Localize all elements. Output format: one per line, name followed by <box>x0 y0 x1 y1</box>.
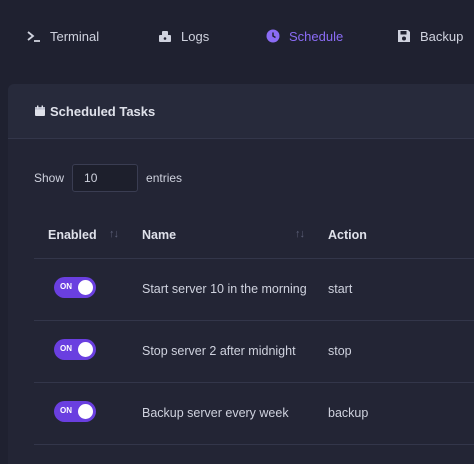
header-action[interactable]: Action <box>316 212 474 259</box>
top-nav: Terminal Logs Schedule Backup <box>0 0 474 72</box>
task-action: stop <box>316 320 474 383</box>
enabled-cell: ON <box>34 320 130 383</box>
terminal-icon <box>26 28 42 44</box>
toggle-label: ON <box>60 406 72 415</box>
nav-tab-label: Terminal <box>50 28 100 44</box>
nav-tab-backup[interactable]: Backup <box>396 22 463 50</box>
card-title: Scheduled Tasks <box>50 103 156 119</box>
calendar-icon <box>34 105 46 117</box>
nav-tab-label: Logs <box>181 28 210 44</box>
nav-tab-schedule[interactable]: Schedule <box>265 22 343 50</box>
header-enabled-label: Enabled <box>48 227 97 242</box>
header-action-label: Action <box>328 227 367 242</box>
table-row: ON Stop server 2 after midnight stop <box>34 320 474 383</box>
header-name-label: Name <box>142 227 177 242</box>
clock-icon <box>265 28 281 44</box>
toggle-knob <box>78 404 93 419</box>
logs-icon <box>157 28 173 44</box>
nav-tab-terminal[interactable]: Terminal <box>26 22 99 50</box>
table-row: ON Backup server every week backup <box>34 382 474 445</box>
nav-tab-label: Backup <box>420 28 464 44</box>
nav-tab-logs[interactable]: Logs <box>157 22 209 50</box>
show-label: Show <box>34 171 65 185</box>
task-name: Start server 10 in the morning <box>130 258 316 321</box>
scheduled-tasks-card: Scheduled Tasks Show 10 entries Enabled … <box>8 84 474 464</box>
task-action: backup <box>316 382 474 445</box>
enabled-cell: ON <box>34 382 130 445</box>
task-name: Backup server every week <box>130 382 316 445</box>
toggle-knob <box>78 280 93 295</box>
entries-label: entries <box>146 171 183 185</box>
floppy-icon <box>396 28 412 44</box>
enabled-toggle[interactable]: ON <box>54 401 96 422</box>
enabled-toggle[interactable]: ON <box>54 339 96 360</box>
toggle-knob <box>78 342 93 357</box>
nav-tab-label: Schedule <box>289 28 344 44</box>
entries-select[interactable]: 10 <box>72 164 139 192</box>
enabled-cell: ON <box>34 258 130 321</box>
toggle-label: ON <box>60 282 72 291</box>
tasks-table: Enabled ↑↓ Name ↑↓ Action ON Start serve… <box>34 212 474 445</box>
sort-icon: ↑↓ <box>109 228 119 240</box>
task-name: Stop server 2 after midnight <box>130 320 316 383</box>
sort-icon: ↑↓ <box>295 228 305 240</box>
header-enabled[interactable]: Enabled ↑↓ <box>34 212 130 259</box>
table-row: ON Start server 10 in the morning start <box>34 258 474 321</box>
table-header-row: Enabled ↑↓ Name ↑↓ Action <box>34 212 474 259</box>
task-action: start <box>316 258 474 321</box>
enabled-toggle[interactable]: ON <box>54 277 96 298</box>
toggle-label: ON <box>60 344 72 353</box>
header-name[interactable]: Name ↑↓ <box>130 212 316 259</box>
card-header: Scheduled Tasks <box>8 84 474 139</box>
page-length-control: Show 10 entries <box>34 164 182 192</box>
